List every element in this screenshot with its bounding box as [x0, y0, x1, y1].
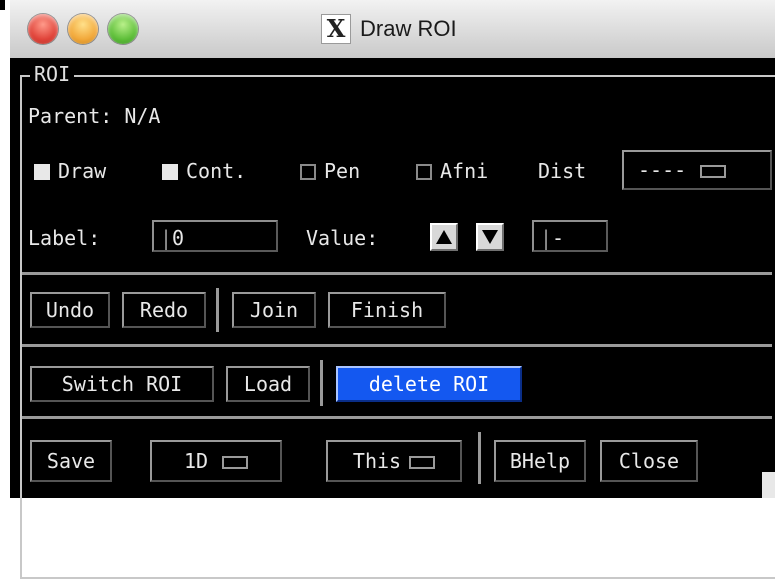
separator-2 — [22, 344, 772, 347]
value-down-arrow[interactable] — [476, 223, 504, 251]
afni-label: Afni — [440, 159, 489, 183]
triangle-up-icon — [436, 230, 452, 244]
text-caret: | — [160, 226, 173, 250]
text-caret: | — [540, 226, 553, 250]
bhelp-button[interactable]: BHelp — [494, 440, 586, 482]
draw-label: Draw — [58, 159, 107, 183]
close-button[interactable]: Close — [600, 440, 698, 482]
resize-grip[interactable] — [762, 472, 775, 498]
label-input[interactable]: |0 — [152, 220, 278, 252]
pen-label: Pen — [324, 159, 361, 183]
title-bar[interactable]: X Draw ROI — [10, 0, 775, 59]
scope-value: This — [352, 449, 402, 473]
cont-label: Cont. — [186, 159, 247, 183]
load-button[interactable]: Load — [226, 366, 310, 402]
redo-button[interactable]: Redo — [122, 292, 206, 328]
option-menu-icon — [700, 165, 727, 178]
value-input[interactable]: |- — [532, 220, 608, 252]
corner-marker — [0, 0, 5, 10]
window-content: ROI Parent: N/A Draw Cont. Pen Afni Dist… — [10, 58, 775, 579]
option-menu-icon — [409, 456, 436, 469]
mode-menu[interactable]: 1D — [150, 440, 282, 482]
value-caption: Value: — [306, 226, 379, 250]
dist-value: ---- — [638, 158, 687, 182]
switch-roi-button[interactable]: Switch ROI — [30, 366, 214, 402]
window-title: Draw ROI — [360, 16, 457, 41]
separator-bottom — [478, 432, 481, 484]
join-button[interactable]: Join — [232, 292, 316, 328]
afni-checkbox[interactable] — [416, 164, 432, 180]
undo-button[interactable]: Undo — [30, 292, 110, 328]
dist-menu[interactable]: ---- — [622, 150, 772, 190]
mode-value: 1D — [183, 449, 209, 473]
close-window-button[interactable] — [28, 14, 58, 44]
delete-roi-button[interactable]: delete ROI — [336, 366, 522, 402]
scope-menu[interactable]: This — [326, 440, 462, 482]
draw-checkbox[interactable] — [34, 164, 50, 180]
value-up-arrow[interactable] — [430, 223, 458, 251]
finish-button[interactable]: Finish — [328, 292, 446, 328]
separator-edit — [216, 288, 219, 332]
separator-roi — [320, 360, 323, 406]
option-menu-icon — [222, 456, 249, 469]
x11-icon: X — [321, 14, 351, 44]
minimize-window-button[interactable] — [68, 14, 98, 44]
label-caption: Label: — [28, 226, 101, 250]
separator-1 — [22, 272, 772, 275]
roi-frame-legend: ROI — [30, 62, 75, 86]
value-input-value: - — [552, 226, 565, 250]
triangle-down-icon — [482, 230, 498, 244]
save-button[interactable]: Save — [30, 440, 112, 482]
separator-3 — [22, 416, 772, 419]
parent-label: Parent: N/A — [28, 104, 161, 128]
draw-roi-window: X Draw ROI ROI Parent: N/A Draw Cont. Pe… — [10, 0, 775, 579]
pen-checkbox[interactable] — [300, 164, 316, 180]
cont-checkbox[interactable] — [162, 164, 178, 180]
zoom-window-button[interactable] — [108, 14, 138, 44]
dist-label: Dist — [538, 159, 587, 183]
label-input-value: 0 — [172, 226, 185, 250]
